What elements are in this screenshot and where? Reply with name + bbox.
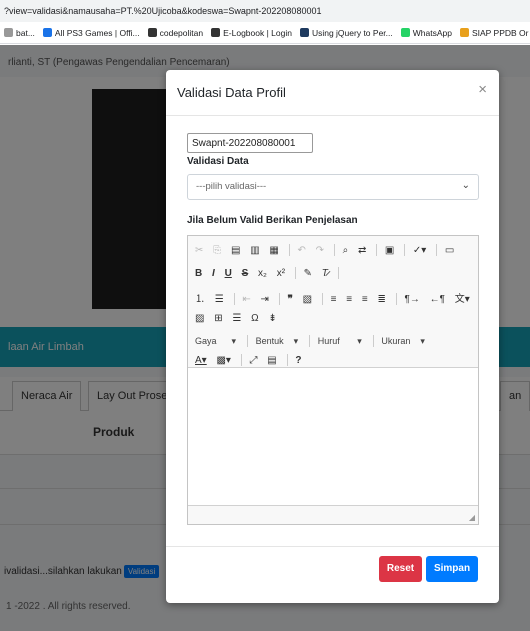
table-icon[interactable]: ⊞ <box>214 313 222 324</box>
bookmark-item[interactable]: E-Logbook | Login <box>211 22 292 43</box>
bookmark-favicon-icon <box>400 28 410 37</box>
validasi-select[interactable]: ---pilih validasi--- ⌄ <box>187 174 479 200</box>
bookmark-label: All PS3 Games | Offi... <box>54 28 140 38</box>
blockquote-icon[interactable]: ❞ <box>287 294 292 305</box>
penjelasan-label: Jila Belum Valid Berikan Penjelasan <box>187 215 358 226</box>
paste-text-icon[interactable]: ▥ <box>250 245 259 256</box>
bookmark-favicon-icon <box>211 28 221 37</box>
replace-icon[interactable]: ⇄ <box>358 245 366 256</box>
bookmark-favicon-icon <box>42 28 52 37</box>
kode-swa-field[interactable] <box>187 133 313 153</box>
bookmark-label: WhatsApp <box>412 28 452 38</box>
bookmark-item[interactable]: bat... <box>4 22 35 43</box>
chevron-down-icon: ⌄ <box>461 180 470 191</box>
maximize-icon[interactable]: ⤢ <box>250 355 258 366</box>
bookmark-item[interactable]: SIAP PPDB Or <box>459 22 529 43</box>
save-button[interactable]: Simpan <box>426 556 478 582</box>
close-icon[interactable]: × <box>478 81 487 98</box>
editor-content-area[interactable] <box>188 368 478 505</box>
resize-handle-icon[interactable]: ◢ <box>469 513 475 522</box>
bookmark-favicon-icon <box>4 28 13 37</box>
page-break-icon[interactable]: ⇟ <box>268 313 276 324</box>
format-combo[interactable]: Bentuk ▾ <box>256 336 299 347</box>
ltr-icon[interactable]: ¶→ <box>404 294 419 305</box>
bookmark-favicon-icon <box>147 28 157 37</box>
bookmark-item[interactable]: Using jQuery to Per... <box>299 22 393 43</box>
help-icon[interactable]: ? <box>295 355 301 366</box>
copy-format-icon[interactable]: ✎ <box>304 268 312 279</box>
validasi-modal: Validasi Data Profil × Validasi Data ---… <box>166 70 499 603</box>
bookmark-label: SIAP PPDB Or <box>471 28 529 38</box>
align-left-icon[interactable]: ≡ <box>331 294 337 305</box>
numbered-list-icon[interactable]: ⒈ <box>195 290 205 305</box>
strikethrough-icon[interactable]: S <box>242 268 249 279</box>
bold-icon[interactable]: B <box>195 268 202 279</box>
div-icon[interactable]: ▧ <box>303 294 312 305</box>
bookmark-favicon-icon <box>299 28 309 37</box>
align-right-icon[interactable]: ≡ <box>362 294 368 305</box>
validasi-label: Validasi Data <box>187 156 249 167</box>
justify-icon[interactable]: ≣ <box>378 294 386 305</box>
bookmark-label: bat... <box>16 28 35 38</box>
image-icon[interactable]: ▨ <box>195 313 204 324</box>
spellcheck-icon[interactable]: ✓▾ <box>413 245 426 256</box>
find-icon[interactable]: ⌕ <box>343 245 349 256</box>
bookmark-favicon-icon <box>459 28 469 37</box>
remove-format-icon[interactable]: T̷ <box>322 268 328 279</box>
address-bar[interactable]: ?view=validasi&namausaha=PT.%20Ujicoba&k… <box>0 0 530 22</box>
bookmark-item[interactable]: WhatsApp <box>400 22 452 43</box>
bookmark-label: Using jQuery to Per... <box>311 28 393 38</box>
cut-icon[interactable]: ✂ <box>195 245 203 256</box>
italic-icon[interactable]: I <box>212 268 215 279</box>
reset-button[interactable]: Reset <box>379 556 422 582</box>
font-combo[interactable]: Huruf ▾ <box>318 336 362 347</box>
paste-icon[interactable]: ▤ <box>231 245 240 256</box>
modal-title: Validasi Data Profil <box>177 85 286 100</box>
editor-statusbar: ◢ <box>188 505 478 524</box>
superscript-icon[interactable]: x² <box>277 268 285 279</box>
bookmark-label: E-Logbook | Login <box>223 28 292 38</box>
select-all-icon[interactable]: ▣ <box>385 245 394 256</box>
form-icon[interactable]: ▭ <box>445 245 454 256</box>
bookmarks-bar: bat... All PS3 Games | Offi... codepolitan… <box>0 22 530 44</box>
special-char-icon[interactable]: Ω <box>251 313 258 324</box>
bookmark-item[interactable]: codepolitan <box>147 22 204 43</box>
size-combo[interactable]: Ukuran ▾ <box>381 336 425 347</box>
subscript-icon[interactable]: x₂ <box>258 268 267 279</box>
rtl-icon[interactable]: ←¶ <box>430 294 445 305</box>
bookmark-item[interactable]: All PS3 Games | Offi... <box>42 22 140 43</box>
language-icon[interactable]: 文▾ <box>455 290 470 305</box>
outdent-icon[interactable]: ⇤ <box>242 294 250 305</box>
bulleted-list-icon[interactable]: ☰ <box>215 294 224 305</box>
rich-text-editor: ✂ ⎘ ▤ ▥ ▦ ↶ ↷ ⌕ ⇄ ▣ ✓▾ ▭ B I U S x₂ x² ✎… <box>187 235 479 525</box>
modal-footer-divider <box>166 546 499 547</box>
paste-word-icon[interactable]: ▦ <box>269 245 278 256</box>
editor-toolbar: ✂ ⎘ ▤ ▥ ▦ ↶ ↷ ⌕ ⇄ ▣ ✓▾ ▭ B I U S x₂ x² ✎… <box>188 236 478 368</box>
horizontal-line-icon[interactable]: ☰ <box>232 313 241 324</box>
select-value: ---pilih validasi--- <box>196 181 267 192</box>
underline-icon[interactable]: U <box>225 268 232 279</box>
redo-icon[interactable]: ↷ <box>316 245 324 256</box>
text-color-icon[interactable]: A▾ <box>195 355 207 366</box>
style-combo[interactable]: Gaya ▾ <box>195 336 236 347</box>
indent-icon[interactable]: ⇥ <box>260 294 268 305</box>
bg-color-icon[interactable]: ▩▾ <box>216 355 230 366</box>
copy-icon[interactable]: ⎘ <box>213 245 221 256</box>
modal-header: Validasi Data Profil × <box>166 70 499 116</box>
undo-icon[interactable]: ↶ <box>297 245 305 256</box>
align-center-icon[interactable]: ≡ <box>346 294 352 305</box>
show-blocks-icon[interactable]: ▤ <box>267 355 276 366</box>
bookmark-label: codepolitan <box>159 28 204 38</box>
